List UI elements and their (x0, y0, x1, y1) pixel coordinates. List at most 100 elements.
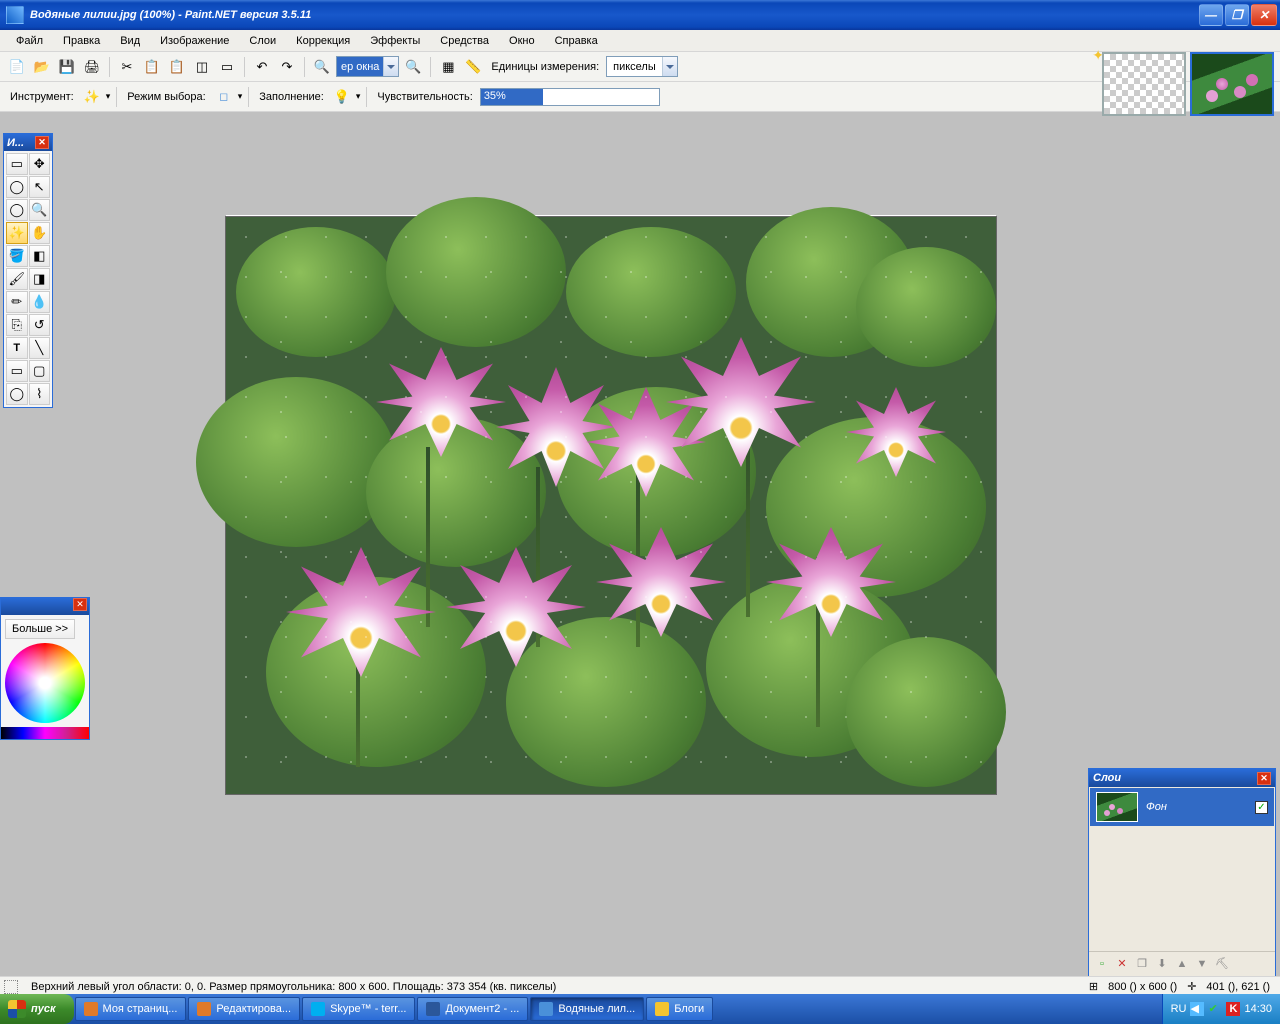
status-bar: Верхний левый угол области: 0, 0. Размер… (0, 976, 1280, 996)
current-tool-icon[interactable] (81, 86, 103, 108)
tool-pan[interactable]: ✋ (29, 222, 51, 244)
menu-edit[interactable]: Правка (53, 32, 110, 50)
chevron-down-icon[interactable] (383, 57, 398, 76)
tool-color-picker[interactable]: 💧 (29, 291, 51, 313)
selection-mode-button[interactable]: ◻ (213, 86, 235, 108)
tool-ellipse[interactable]: ◯ (6, 383, 28, 405)
tool-zoom[interactable]: 🔍 (29, 199, 51, 221)
colors-palette[interactable]: ✕ Больше >> (0, 597, 90, 740)
start-button[interactable]: пуск (0, 994, 74, 1024)
chevron-down-icon[interactable] (662, 57, 677, 76)
paste-button[interactable] (166, 56, 188, 78)
properties-icon[interactable]: ⛏ (1213, 955, 1231, 973)
color-wheel[interactable] (5, 643, 85, 723)
menu-layers[interactable]: Слои (239, 32, 286, 50)
tool-gradient[interactable]: ◧ (29, 245, 51, 267)
menu-window[interactable]: Окно (499, 32, 545, 50)
move-down-icon[interactable]: ▼ (1193, 955, 1211, 973)
close-icon[interactable]: ✕ (73, 598, 87, 611)
save-button[interactable] (56, 56, 78, 78)
taskbar-item[interactable]: Моя страниц... (75, 997, 187, 1021)
layers-title-bar[interactable]: Слои ✕ (1089, 769, 1275, 787)
thumbnail-2[interactable] (1190, 52, 1274, 116)
title-bar: Водяные лилии.jpg (100%) - Paint.NET вер… (0, 0, 1280, 30)
close-icon[interactable]: ✕ (1257, 772, 1271, 785)
tools-palette[interactable]: И... ✕ ▭ ✥ ◯ ↖ ◯ 🔍 ✨ ✋ 🪣 ◧ 🖌 ◨ ✏ 💧 ⎘ ↺ T… (3, 133, 53, 408)
tray-icon[interactable]: K (1226, 1002, 1240, 1016)
tool-clone[interactable]: ⎘ (6, 314, 28, 336)
zoom-out-button[interactable] (311, 56, 333, 78)
colors-title-bar[interactable]: ✕ (1, 598, 89, 615)
tool-move-selection[interactable]: ✥ (29, 153, 51, 175)
deselect-button[interactable] (216, 56, 238, 78)
copy-button[interactable] (141, 56, 163, 78)
windows-logo-icon (8, 1000, 26, 1018)
layer-visible-checkbox[interactable]: ✓ (1255, 801, 1268, 814)
taskbar-item[interactable]: Редактирова... (188, 997, 300, 1021)
tool-eraser[interactable]: ◨ (29, 268, 51, 290)
new-button[interactable] (6, 56, 28, 78)
menu-adjust[interactable]: Коррекция (286, 32, 360, 50)
more-button[interactable]: Больше >> (5, 619, 75, 639)
menu-file[interactable]: Файл (6, 32, 53, 50)
tool-ellipse-select[interactable]: ◯ (6, 199, 28, 221)
zoom-value: ер окна (337, 57, 383, 76)
move-up-icon[interactable]: ▲ (1173, 955, 1191, 973)
tool-label: Инструмент: (6, 91, 78, 103)
redo-button[interactable] (276, 56, 298, 78)
taskbar-item[interactable]: Skype™ - terr... (302, 997, 415, 1021)
canvas[interactable] (225, 216, 997, 795)
tool-text[interactable]: T (6, 337, 28, 359)
menu-help[interactable]: Справка (545, 32, 608, 50)
maximize-button[interactable]: ❐ (1225, 4, 1249, 26)
print-button[interactable] (81, 56, 103, 78)
zoom-combo[interactable]: ер окна (336, 56, 399, 77)
taskbar-item[interactable]: Блоги (646, 997, 713, 1021)
tray-icon[interactable]: ◀ (1190, 1002, 1204, 1016)
menu-view[interactable]: Вид (110, 32, 150, 50)
thumbnail-1[interactable] (1102, 52, 1186, 116)
language-indicator[interactable]: RU (1171, 1003, 1187, 1015)
layer-row[interactable]: Фон ✓ (1090, 788, 1274, 826)
cut-button[interactable] (116, 56, 138, 78)
menu-effects[interactable]: Эффекты (360, 32, 430, 50)
tool-freeform[interactable]: ⌇ (29, 383, 51, 405)
tool-lasso[interactable]: ◯ (6, 176, 28, 198)
system-tray[interactable]: RU ◀ ✔ K 14:30 (1162, 994, 1280, 1024)
clock[interactable]: 14:30 (1244, 1003, 1272, 1015)
zoom-in-button[interactable] (402, 56, 424, 78)
tool-paint-bucket[interactable]: 🪣 (6, 245, 28, 267)
minimize-button[interactable]: — (1199, 4, 1223, 26)
tool-brush[interactable]: 🖌 (6, 268, 28, 290)
open-button[interactable] (31, 56, 53, 78)
ruler-button[interactable] (462, 56, 484, 78)
sensitivity-slider[interactable]: 35% (480, 88, 660, 106)
undo-button[interactable] (251, 56, 273, 78)
tool-move[interactable]: ↖ (29, 176, 51, 198)
taskbar-item[interactable]: Документ2 - ... (417, 997, 528, 1021)
menu-tools[interactable]: Средства (430, 32, 499, 50)
tool-rect[interactable]: ▭ (6, 360, 28, 382)
tool-pencil[interactable]: ✏ (6, 291, 28, 313)
tool-line[interactable]: ╲ (29, 337, 51, 359)
duplicate-layer-icon[interactable]: ❐ (1133, 955, 1151, 973)
delete-layer-icon[interactable]: ✕ (1113, 955, 1131, 973)
crop-button[interactable] (191, 56, 213, 78)
close-button[interactable]: ✕ (1251, 4, 1277, 26)
flood-mode-button[interactable] (331, 86, 353, 108)
units-combo[interactable]: пикселы (606, 56, 678, 77)
merge-down-icon[interactable]: ⬇ (1153, 955, 1171, 973)
menu-image[interactable]: Изображение (150, 32, 239, 50)
tool-rect-select[interactable]: ▭ (6, 153, 28, 175)
add-layer-icon[interactable]: ▫ (1093, 955, 1111, 973)
layers-palette[interactable]: Слои ✕ Фон ✓ ▫ ✕ ❐ ⬇ ▲ ▼ ⛏ (1088, 768, 1276, 978)
tool-magic-wand[interactable]: ✨ (6, 222, 28, 244)
taskbar-item-active[interactable]: Водяные лил... (530, 997, 644, 1021)
tool-recolor[interactable]: ↺ (29, 314, 51, 336)
color-strip[interactable] (1, 727, 89, 739)
tools-title-bar[interactable]: И... ✕ (4, 134, 52, 151)
grid-button[interactable] (437, 56, 459, 78)
close-icon[interactable]: ✕ (35, 136, 49, 149)
tool-rounded-rect[interactable]: ▢ (29, 360, 51, 382)
tray-icon[interactable]: ✔ (1208, 1002, 1222, 1016)
